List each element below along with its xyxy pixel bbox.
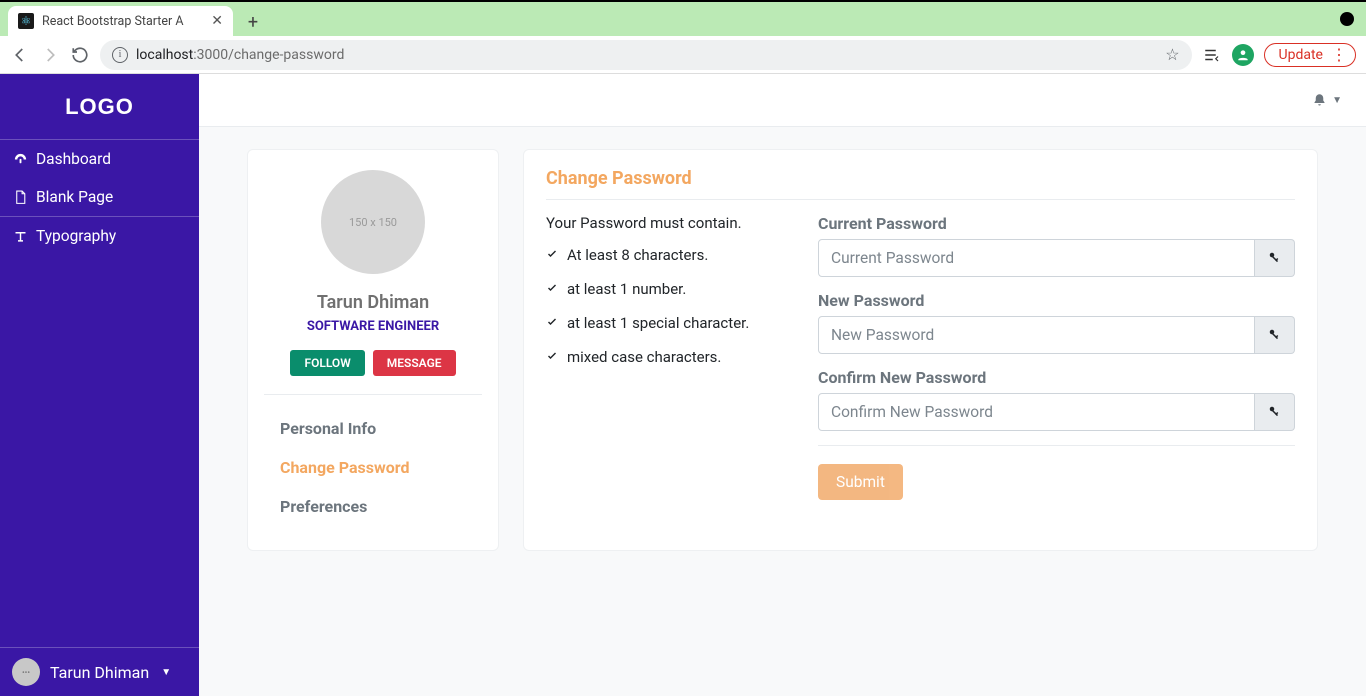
toggle-visibility-icon[interactable] — [1255, 316, 1295, 354]
user-avatar-icon: ••• — [12, 658, 40, 686]
site-info-icon[interactable]: i — [112, 47, 128, 63]
label-current-password: Current Password — [818, 214, 1295, 233]
card-title: Change Password — [546, 168, 1295, 200]
new-tab-button[interactable]: + — [239, 8, 267, 36]
sidebar-item-label: Dashboard — [36, 150, 111, 168]
label-new-password: New Password — [818, 291, 1295, 310]
profile-tab-personal-info[interactable]: Personal Info — [264, 409, 482, 448]
sidebar: LOGO Dashboard Blank Page Typography •••… — [0, 74, 199, 696]
back-button[interactable] — [10, 45, 30, 65]
address-bar[interactable]: i localhost:3000/change-password ☆ — [100, 40, 1192, 70]
profile-avatar-icon[interactable] — [1232, 44, 1254, 66]
browser-tab[interactable]: ⚛ React Bootstrap Starter A ✕ — [8, 6, 233, 36]
dashboard-icon — [12, 152, 28, 167]
type-icon — [12, 229, 28, 244]
profile-avatar-placeholder: 150 x 150 — [321, 170, 425, 274]
chevron-down-icon: ▼ — [161, 667, 171, 678]
profile-tab-change-password[interactable]: Change Password — [264, 448, 482, 487]
notifications-button[interactable]: ▼ — [1312, 93, 1342, 108]
label-confirm-password: Confirm New Password — [818, 368, 1295, 387]
toggle-visibility-icon[interactable] — [1255, 239, 1295, 277]
close-tab-icon[interactable]: ✕ — [211, 13, 223, 29]
check-icon — [546, 317, 558, 329]
sidebar-item-typography[interactable]: Typography — [0, 217, 199, 255]
browser-toolbar: i localhost:3000/change-password ☆ Updat… — [0, 36, 1366, 74]
password-rules: Your Password must contain. At least 8 c… — [546, 214, 778, 500]
check-icon — [546, 283, 558, 295]
sidebar-item-label: Typography — [36, 227, 116, 245]
rule-item: at least 1 special character. — [546, 314, 778, 332]
sidebar-item-label: Blank Page — [36, 188, 113, 206]
sidebar-item-dashboard[interactable]: Dashboard — [0, 140, 199, 178]
profile-tab-preferences[interactable]: Preferences — [264, 487, 482, 526]
bookmark-star-icon[interactable]: ☆ — [1165, 45, 1179, 64]
confirm-password-input[interactable] — [818, 393, 1255, 431]
rule-item: mixed case characters. — [546, 348, 778, 366]
profile-role: SOFTWARE ENGINEER — [264, 319, 482, 334]
sidebar-user-menu[interactable]: ••• Tarun Dhiman ▼ — [0, 647, 199, 696]
sidebar-item-blank-page[interactable]: Blank Page — [0, 178, 199, 216]
password-form: Current Password New Password — [818, 214, 1295, 500]
rules-intro: Your Password must contain. — [546, 214, 778, 232]
follow-button[interactable]: FOLLOW — [290, 350, 364, 376]
check-icon — [546, 351, 558, 363]
topbar: ▼ — [199, 74, 1366, 127]
profile-name: Tarun Dhiman — [264, 292, 482, 313]
file-icon — [12, 190, 28, 205]
rule-item: At least 8 characters. — [546, 246, 778, 264]
window-control-icon[interactable] — [1340, 12, 1354, 26]
chevron-down-icon: ▼ — [1332, 95, 1342, 106]
url-host: localhost:3000/change-password — [136, 47, 344, 63]
change-password-card: Change Password Your Password must conta… — [523, 149, 1318, 551]
app-logo[interactable]: LOGO — [0, 74, 199, 139]
profile-card: 150 x 150 Tarun Dhiman SOFTWARE ENGINEER… — [247, 149, 499, 551]
sidebar-user-name: Tarun Dhiman — [50, 663, 149, 682]
kebab-menu-icon[interactable]: ⋮ — [1331, 47, 1347, 63]
tab-title: React Bootstrap Starter A — [42, 14, 203, 29]
rule-item: at least 1 number. — [546, 280, 778, 298]
message-button[interactable]: MESSAGE — [373, 350, 456, 376]
reload-button[interactable] — [70, 45, 90, 65]
reading-list-icon[interactable] — [1202, 45, 1222, 65]
current-password-input[interactable] — [818, 239, 1255, 277]
update-button[interactable]: Update ⋮ — [1264, 43, 1356, 67]
forward-button[interactable] — [40, 45, 60, 65]
submit-button[interactable]: Submit — [818, 464, 903, 500]
browser-tabstrip: ⚛ React Bootstrap Starter A ✕ + — [0, 0, 1366, 36]
toggle-visibility-icon[interactable] — [1255, 393, 1295, 431]
new-password-input[interactable] — [818, 316, 1255, 354]
check-icon — [546, 249, 558, 261]
react-favicon-icon: ⚛ — [18, 13, 34, 29]
